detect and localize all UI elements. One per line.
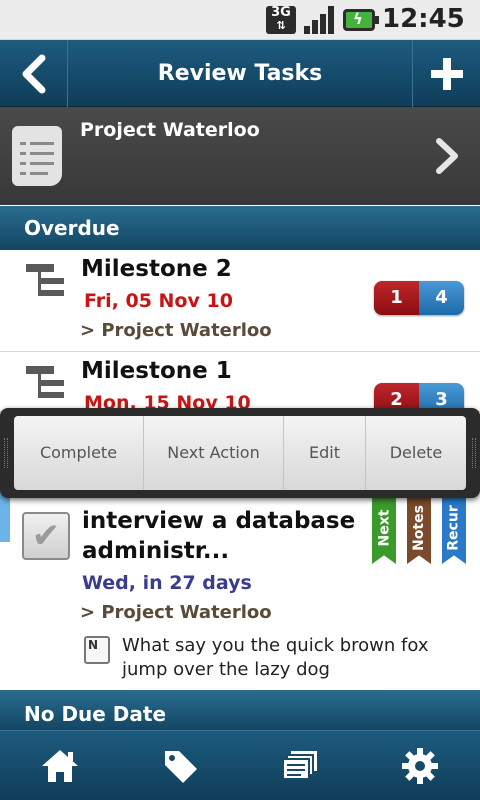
plus-icon — [430, 57, 463, 90]
task-project: > Project Waterloo — [80, 320, 272, 341]
task-row[interactable]: Milestone 2 Fri, 05 Nov 10 > Project Wat… — [0, 250, 480, 352]
ribbon-next-label: Next — [376, 509, 392, 547]
menu-item-next-action[interactable]: Next Action — [144, 416, 284, 490]
menu-item-complete[interactable]: Complete — [14, 416, 144, 490]
lists-button[interactable] — [240, 731, 360, 800]
badge-blue-count: 4 — [419, 281, 464, 315]
list-document-icon — [12, 126, 62, 186]
gear-icon — [402, 747, 438, 784]
milestone-icon — [26, 264, 64, 300]
ribbon-notes-label: Notes — [411, 505, 428, 551]
complete-checkbox[interactable]: ✔ — [22, 512, 70, 560]
task-title: Milestone 1 — [81, 358, 232, 384]
back-button[interactable] — [0, 40, 68, 107]
status-bar: 3G ⇅ ϟ 12:45 AM — [0, 0, 480, 61]
menu-grip-left — [4, 438, 8, 468]
task-project: > Project Waterloo — [80, 602, 272, 623]
home-icon — [42, 749, 78, 782]
task-count-badge: 1 4 — [374, 281, 464, 315]
chevron-right-icon — [436, 138, 458, 174]
task-due-date: Wed, in 27 days — [82, 572, 252, 594]
battery-icon: ϟ — [343, 9, 379, 31]
selection-indicator — [0, 492, 10, 542]
menu-item-delete[interactable]: Delete — [366, 416, 466, 490]
ribbon-notes: Notes — [407, 492, 431, 564]
home-button[interactable] — [0, 731, 120, 800]
context-menu-items: Complete Next Action Edit Delete — [14, 416, 466, 490]
section-header-no-due-date: No Due Date — [0, 690, 480, 730]
section-header-overdue: Overdue — [0, 206, 480, 250]
network-3g-icon: 3G ⇅ — [266, 6, 296, 34]
task-note: What say you the quick brown fox jump ov… — [122, 635, 429, 680]
network-label: 3G — [271, 5, 291, 20]
ribbon-next: Next — [372, 492, 396, 564]
tag-icon — [165, 750, 197, 783]
menu-grip-right — [472, 438, 476, 468]
task-title: interview a database administr... — [82, 508, 356, 564]
stack-icon — [282, 750, 317, 780]
project-name: Project Waterloo — [80, 119, 260, 141]
add-task-button[interactable] — [412, 40, 480, 107]
ribbon-recur: Recur — [442, 492, 466, 564]
bottom-nav — [0, 730, 480, 800]
page-title: Review Tasks — [157, 61, 323, 86]
task-title: Milestone 2 — [81, 256, 232, 282]
task-row[interactable]: Milestone 1 Mon, 15 Nov 10 2 3 — [0, 352, 480, 412]
milestone-icon — [26, 366, 64, 402]
context-menu: Complete Next Action Edit Delete — [0, 408, 480, 498]
settings-button[interactable] — [360, 731, 480, 800]
project-header[interactable]: Project Waterloo — [0, 107, 480, 205]
task-due-date: Fri, 05 Nov 10 — [84, 290, 233, 312]
badge-red-count: 1 — [374, 281, 419, 315]
title-bar: Review Tasks — [0, 40, 480, 107]
note-icon: N — [84, 636, 110, 664]
expanded-task[interactable]: ✔ interview a database administr... Wed,… — [0, 492, 480, 690]
chevron-left-icon — [22, 54, 45, 93]
menu-item-edit[interactable]: Edit — [284, 416, 366, 490]
clock-time: 12:45 — [382, 4, 465, 34]
signal-icon — [304, 6, 336, 34]
ribbon-recur-label: Recur — [446, 505, 463, 551]
tags-button[interactable] — [120, 731, 240, 800]
